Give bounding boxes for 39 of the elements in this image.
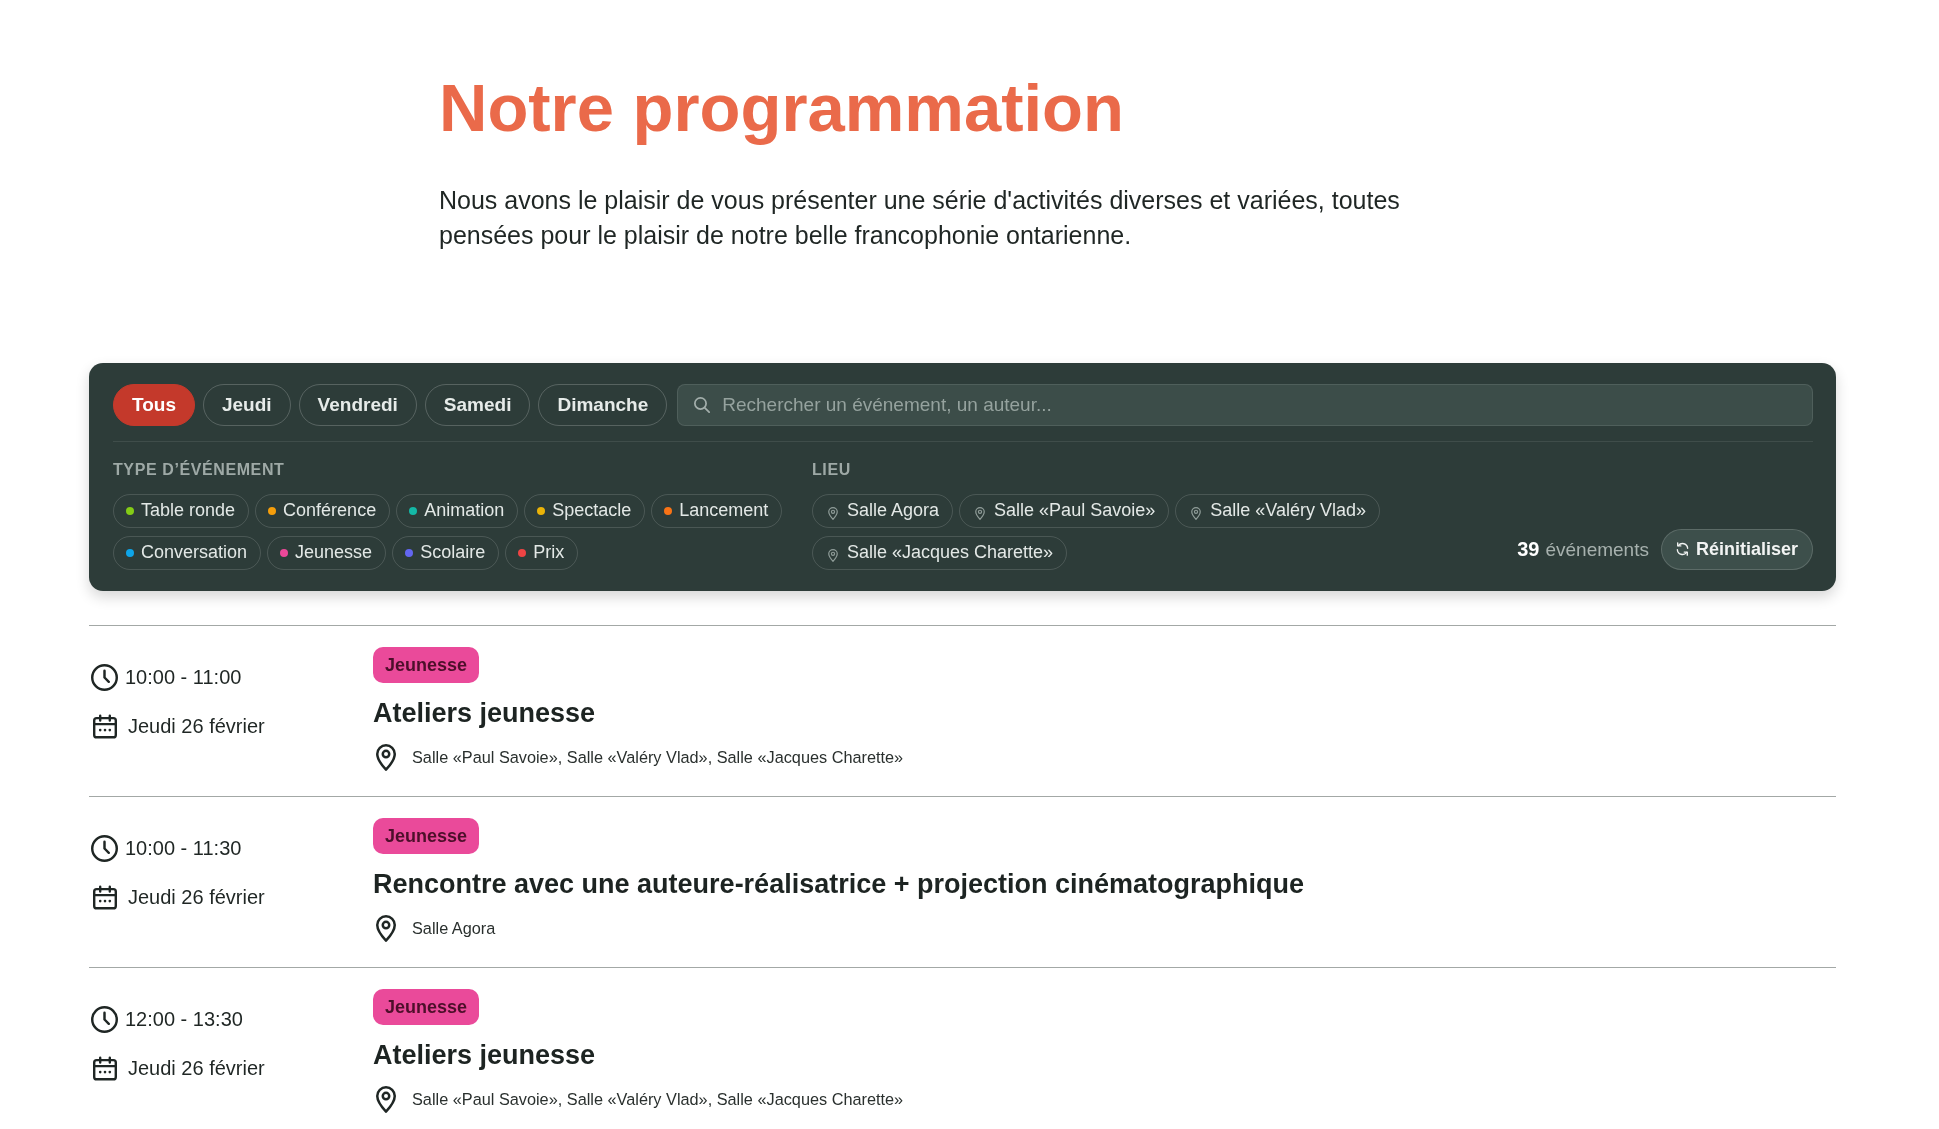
pin-icon [828, 506, 838, 520]
event-title[interactable]: Ateliers jeunesse [373, 1037, 596, 1072]
event-time: 10:00 - 11:00 [125, 666, 242, 690]
calendar-icon [93, 885, 117, 911]
category-tag: Jeunesse [373, 988, 480, 1025]
category-tag: Jeunesse [373, 646, 480, 683]
pin-icon [376, 1085, 396, 1113]
event-date: Jeudi 26 février [128, 715, 265, 739]
event-location: Salle «Paul Savoie», Salle «Valéry Vlad», Salle «Jacques Charette» [412, 1089, 904, 1109]
pin-icon [376, 743, 396, 771]
calendar-icon [93, 714, 117, 740]
pin-icon [376, 914, 396, 942]
event-location: Salle «Paul Savoie», Salle «Valéry Vlad», Salle «Jacques Charette» [412, 747, 904, 767]
event-location: Salle Agora [412, 918, 496, 938]
reset-button[interactable]: Réinitialiser [1660, 528, 1813, 570]
pin-icon [1191, 506, 1202, 520]
clock-icon [91, 664, 118, 692]
clock-icon [91, 835, 118, 863]
event-time: 10:00 - 11:30 [125, 837, 242, 861]
event-date: Jeudi 26 février [128, 1057, 265, 1081]
event-title[interactable]: Ateliers jeunesse [373, 695, 596, 730]
clock-icon [91, 1006, 118, 1034]
search-icon [694, 396, 711, 413]
intro-text: Nous avons le plaisir de vous présenter une série d'activités diverses et variées, toutes pensées pour le plaisir de notre belle francophonie ontarienne. [439, 184, 1401, 251]
event-date: Jeudi 26 février [128, 886, 265, 910]
calendar-icon [93, 1056, 117, 1082]
refresh-icon [1675, 542, 1689, 557]
pin-icon [975, 506, 986, 520]
section-heading: LIEU [812, 459, 851, 480]
page-title: Notre programmation [439, 71, 1124, 145]
event-count-number: 39 [1517, 537, 1540, 561]
event-time: 12:00 - 13:30 [125, 1008, 243, 1032]
day-tab[interactable]: Tous [113, 383, 195, 426]
event-count-label: événements [1545, 538, 1649, 561]
category-tag: Jeunesse [373, 817, 480, 854]
pin-icon [828, 548, 838, 562]
section-heading: TYPE D’ÉVÉNEMENT [113, 459, 285, 480]
search-field[interactable]: Rechercher un événement, un auteur... [677, 383, 1813, 426]
event-title[interactable]: Rencontre avec une auteure-réalisatrice + projection cinématographique [373, 866, 1305, 901]
